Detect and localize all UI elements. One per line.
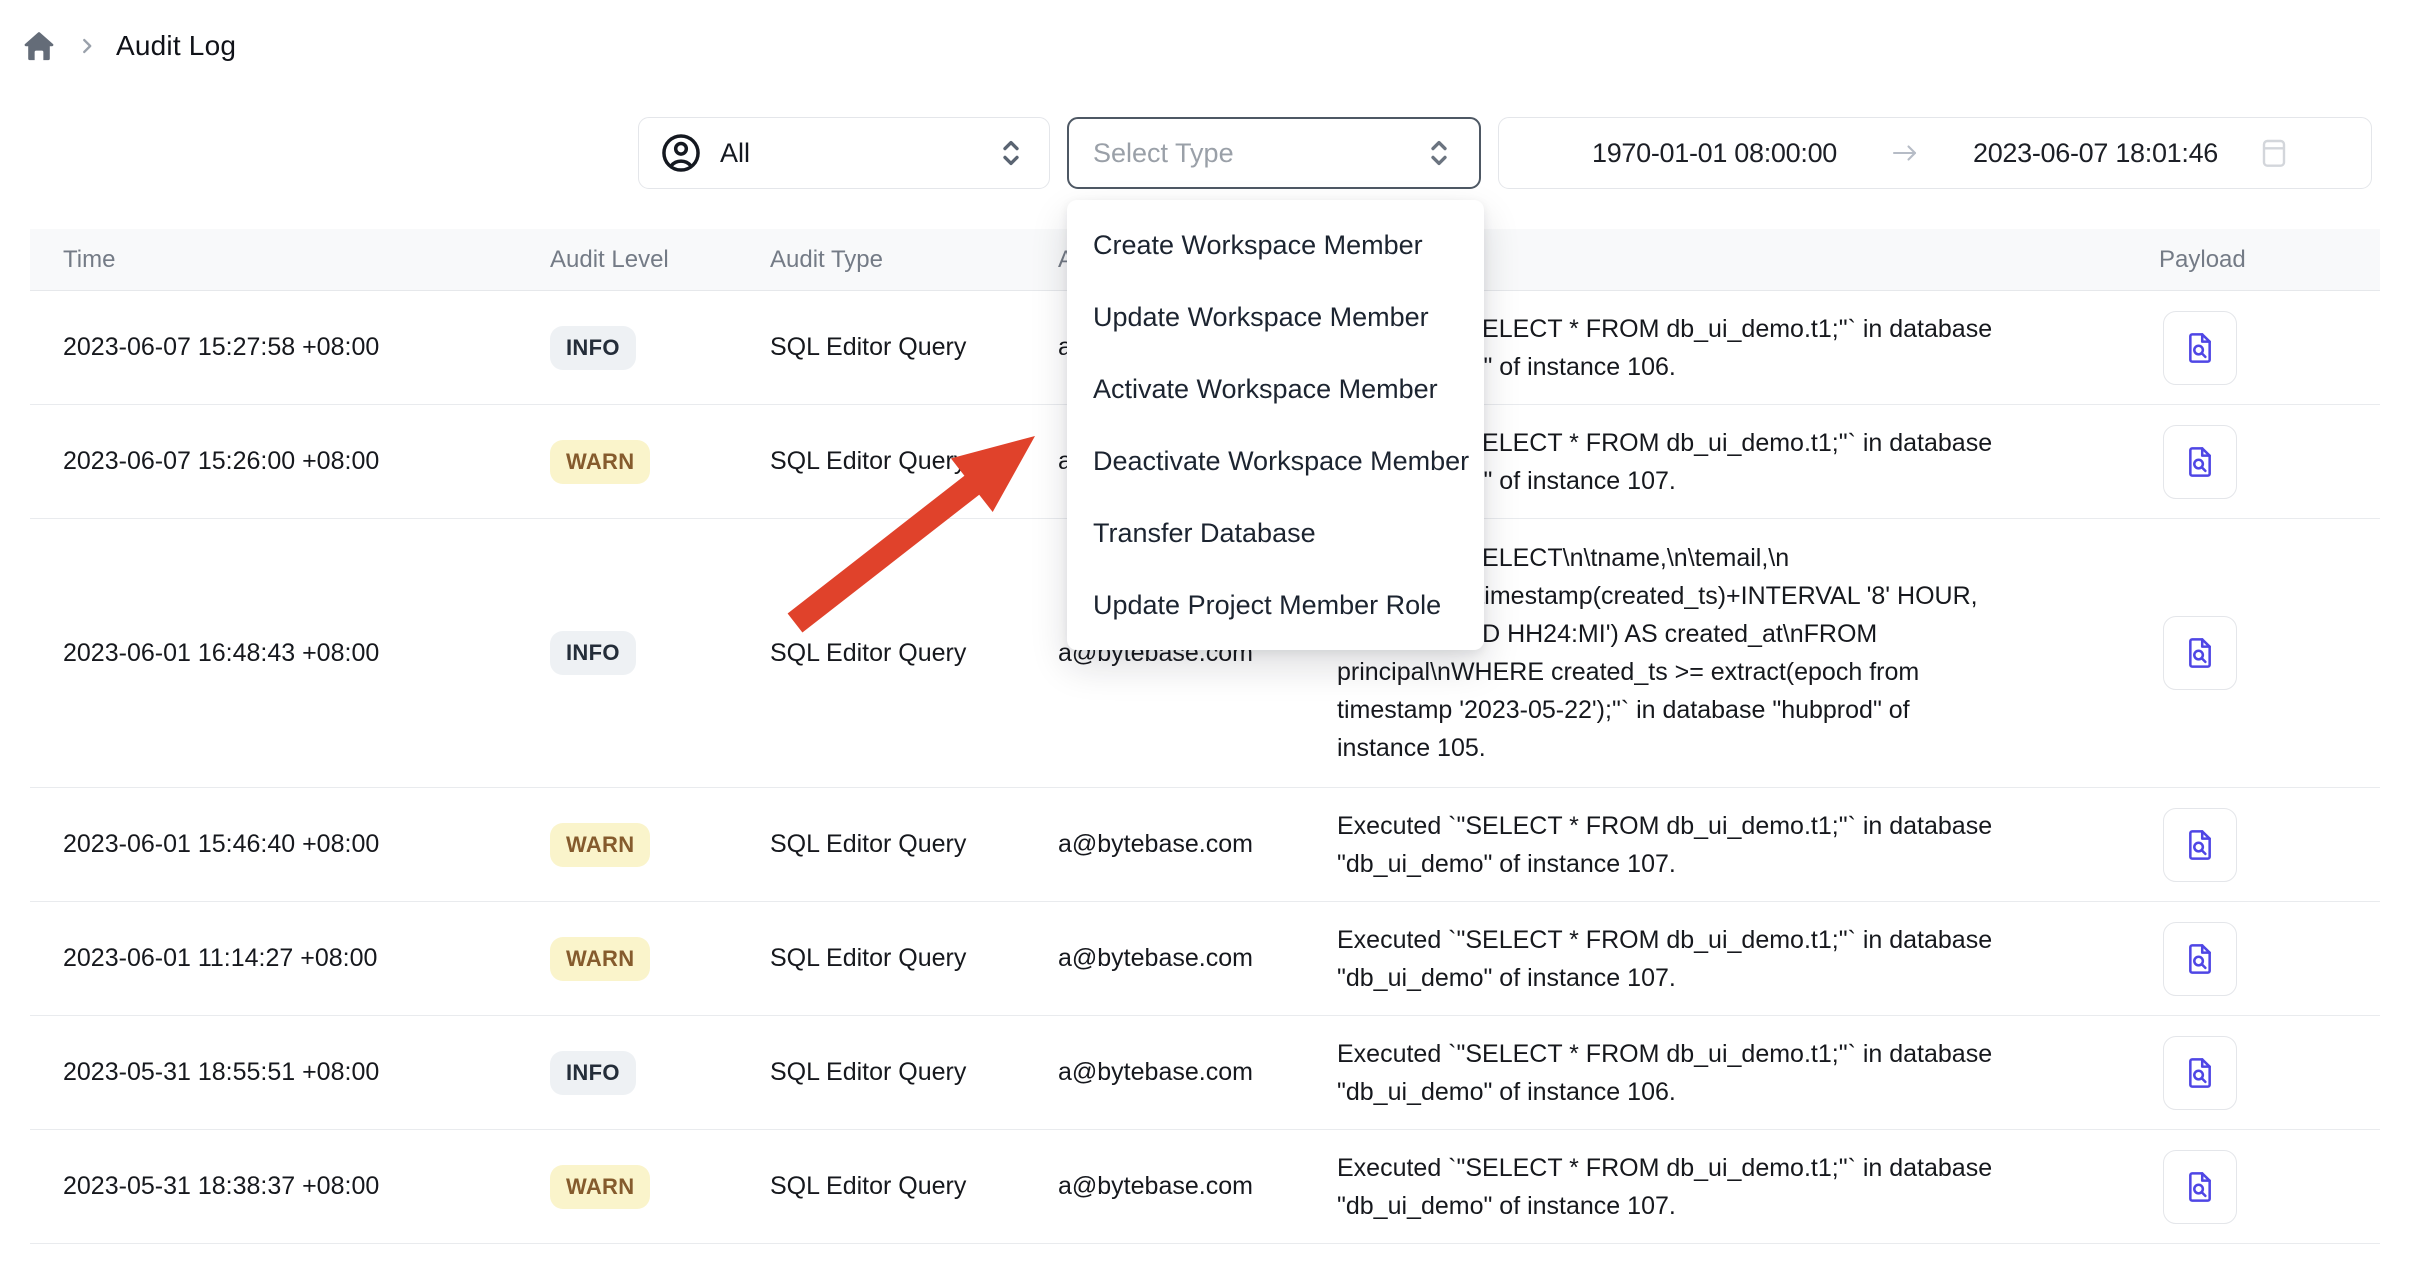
cell-audit-level: INFO	[550, 1051, 770, 1095]
payload-view-button[interactable]	[2163, 311, 2237, 385]
cell-audit-type: SQL Editor Query	[770, 1172, 1058, 1201]
filter-bar: All Select Type 1970-01-01 08:00:00 2023…	[0, 117, 2410, 189]
cell-actor: a@bytebase.com	[1058, 1172, 1337, 1201]
column-header-payload: Payload	[2140, 246, 2380, 274]
payload-document-search-icon	[2181, 1168, 2219, 1206]
member-filter-value: All	[720, 138, 750, 169]
member-filter-select[interactable]: All	[638, 117, 1050, 189]
payload-document-search-icon	[2181, 826, 2219, 864]
cell-time: 2023-06-07 15:27:58 +08:00	[30, 333, 550, 362]
select-chevrons-icon	[1423, 135, 1455, 171]
table-row: 2023-06-01 11:14:27 +08:00WARN SQL Editor…	[30, 902, 2380, 1016]
page-title: Audit Log	[116, 30, 236, 62]
home-icon[interactable]	[20, 28, 58, 64]
column-header-level: Audit Level	[550, 246, 770, 274]
cell-payload	[2140, 1036, 2380, 1110]
type-filter-select[interactable]: Select Type	[1067, 117, 1481, 189]
date-range-picker[interactable]: 1970-01-01 08:00:00 2023-06-07 18:01:46	[1498, 117, 2372, 189]
type-option[interactable]: Create Workspace Member	[1067, 209, 1484, 281]
payload-view-button[interactable]	[2163, 808, 2237, 882]
cell-time: 2023-05-31 18:38:37 +08:00	[30, 1172, 550, 1201]
cell-audit-level: WARN	[550, 440, 770, 484]
cell-time: 2023-05-31 18:55:51 +08:00	[30, 1058, 550, 1087]
payload-document-search-icon	[2181, 940, 2219, 978]
audit-level-badge: WARN	[550, 440, 650, 484]
table-row: 2023-05-31 18:38:37 +08:00WARN SQL Editor…	[30, 1130, 2380, 1244]
cell-time: 2023-06-07 15:26:00 +08:00	[30, 447, 550, 476]
cell-comment: Executed `"SELECT * FROM db_ui_demo.t1;"…	[1337, 1035, 2140, 1111]
payload-view-button[interactable]	[2163, 1036, 2237, 1110]
chevron-right-icon	[76, 35, 98, 57]
cell-audit-type: SQL Editor Query	[770, 333, 1058, 362]
cell-audit-type: SQL Editor Query	[770, 639, 1058, 668]
cell-audit-level: WARN	[550, 1165, 770, 1209]
audit-level-badge: WARN	[550, 1165, 650, 1209]
cell-payload	[2140, 1150, 2380, 1224]
payload-document-search-icon	[2181, 329, 2219, 367]
cell-time: 2023-06-01 15:46:40 +08:00	[30, 830, 550, 859]
type-option[interactable]: Transfer Database	[1067, 497, 1484, 569]
type-option[interactable]: Activate Workspace Member	[1067, 353, 1484, 425]
payload-view-button[interactable]	[2163, 1150, 2237, 1224]
cell-audit-level: INFO	[550, 326, 770, 370]
cell-actor: a@bytebase.com	[1058, 830, 1337, 859]
type-option[interactable]: Update Project Member Role	[1067, 569, 1484, 641]
audit-level-badge: INFO	[550, 1051, 636, 1095]
type-option[interactable]: Deactivate Workspace Member	[1067, 425, 1484, 497]
calendar-icon	[2258, 135, 2290, 171]
person-circle-icon	[659, 131, 703, 175]
cell-payload	[2140, 808, 2380, 882]
cell-time: 2023-06-01 16:48:43 +08:00	[30, 639, 550, 668]
audit-level-badge: WARN	[550, 937, 650, 981]
cell-payload	[2140, 616, 2380, 690]
audit-level-badge: WARN	[550, 823, 650, 867]
type-option[interactable]: Update Workspace Member	[1067, 281, 1484, 353]
cell-payload	[2140, 425, 2380, 499]
type-filter-placeholder: Select Type	[1093, 138, 1234, 169]
table-row: 2023-06-01 15:46:40 +08:00WARN SQL Editor…	[30, 788, 2380, 902]
cell-actor: a@bytebase.com	[1058, 1058, 1337, 1087]
column-header-time: Time	[30, 246, 550, 274]
cell-audit-level: INFO	[550, 631, 770, 675]
cell-audit-level: WARN	[550, 823, 770, 867]
payload-view-button[interactable]	[2163, 425, 2237, 499]
cell-comment: Executed `"SELECT * FROM db_ui_demo.t1;"…	[1337, 807, 2140, 883]
cell-audit-type: SQL Editor Query	[770, 447, 1058, 476]
cell-audit-level: WARN	[550, 937, 770, 981]
select-chevrons-icon	[995, 135, 1027, 171]
cell-payload	[2140, 922, 2380, 996]
payload-document-search-icon	[2181, 443, 2219, 481]
table-row-partial	[30, 1244, 2380, 1284]
audit-level-badge: INFO	[550, 631, 636, 675]
cell-audit-type: SQL Editor Query	[770, 944, 1058, 973]
payload-view-button[interactable]	[2163, 616, 2237, 690]
audit-level-badge: INFO	[550, 326, 636, 370]
type-filter-dropdown: Create Workspace MemberUpdate Workspace …	[1067, 200, 1484, 650]
cell-audit-type: SQL Editor Query	[770, 830, 1058, 859]
date-range-start[interactable]: 1970-01-01 08:00:00	[1592, 138, 1837, 169]
payload-document-search-icon	[2181, 1054, 2219, 1092]
breadcrumb: Audit Log	[0, 0, 2410, 68]
cell-comment: Executed `"SELECT * FROM db_ui_demo.t1;"…	[1337, 921, 2140, 997]
arrow-right-icon	[1889, 141, 1921, 165]
table-row: 2023-05-31 18:55:51 +08:00INFO SQL Editor…	[30, 1016, 2380, 1130]
cell-audit-type: SQL Editor Query	[770, 1058, 1058, 1087]
cell-actor: a@bytebase.com	[1058, 944, 1337, 973]
column-header-type: Audit Type	[770, 246, 1058, 274]
cell-comment: Executed `"SELECT * FROM db_ui_demo.t1;"…	[1337, 1149, 2140, 1225]
payload-document-search-icon	[2181, 634, 2219, 672]
cell-time: 2023-06-01 11:14:27 +08:00	[30, 944, 550, 973]
date-range-end[interactable]: 2023-06-07 18:01:46	[1973, 138, 2218, 169]
cell-payload	[2140, 311, 2380, 385]
payload-view-button[interactable]	[2163, 922, 2237, 996]
